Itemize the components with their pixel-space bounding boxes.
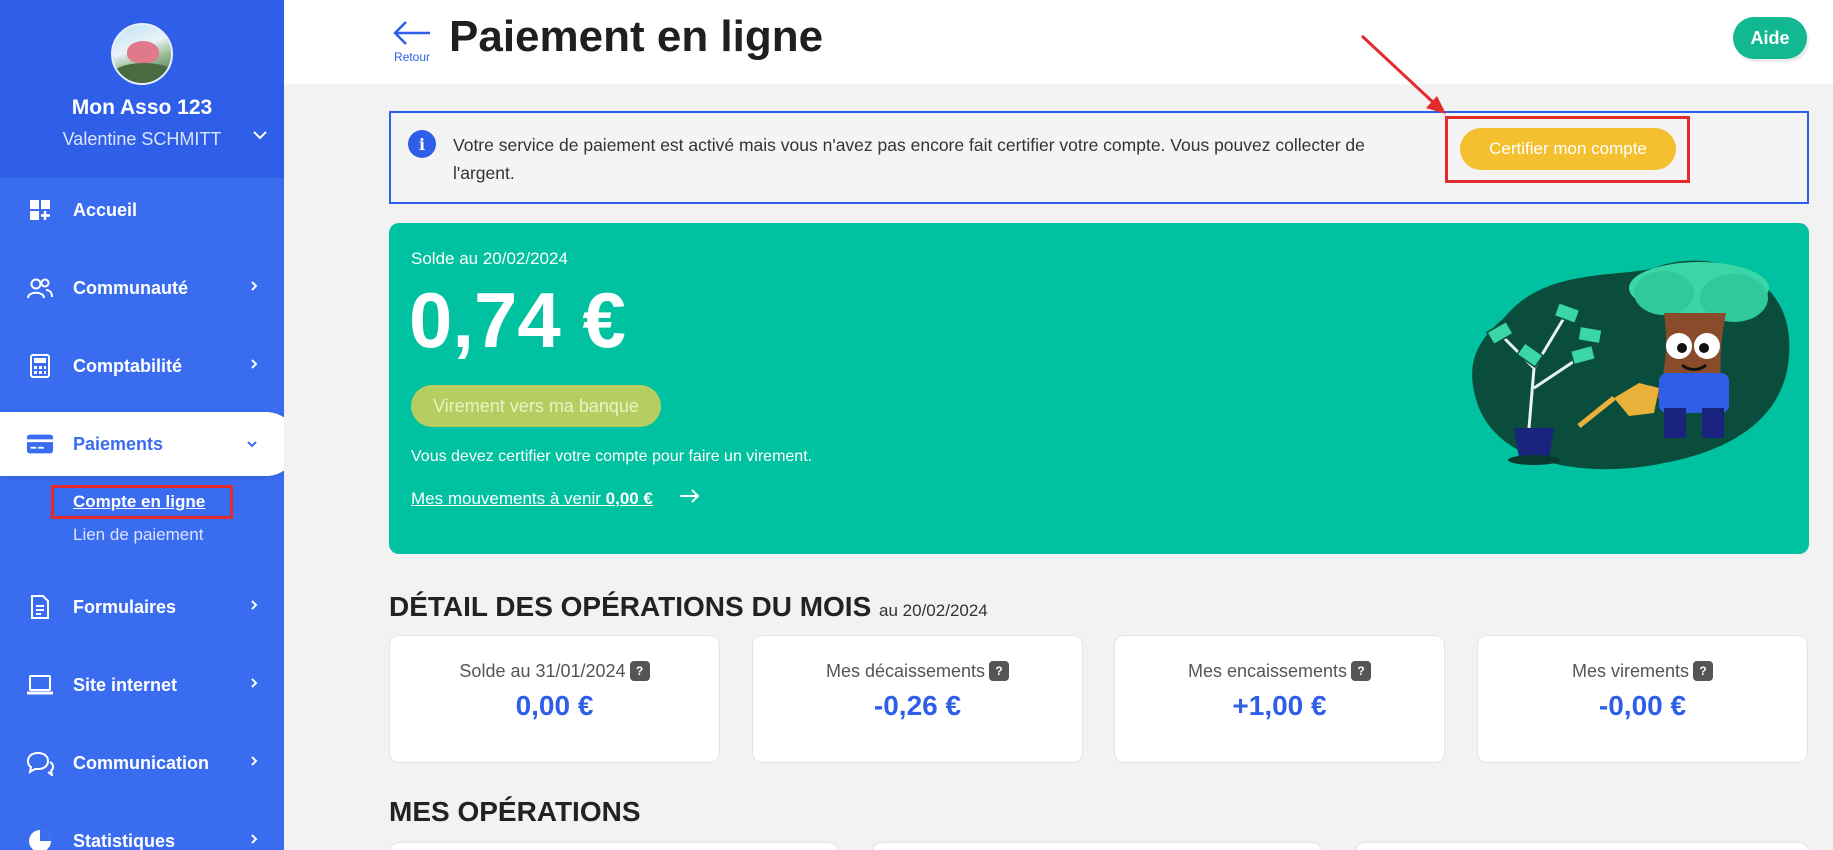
annotation-highlight-box — [1445, 116, 1690, 183]
sidebar-item-accueil[interactable]: Accueil — [0, 178, 284, 242]
sidebar-item-statistiques[interactable]: Statistiques — [0, 809, 284, 850]
operations-card — [872, 842, 1322, 850]
stat-value: +1,00 € — [1232, 690, 1327, 721]
stat-value: -0,26 € — [873, 690, 962, 721]
chevron-right-icon — [250, 357, 258, 375]
stat-label-text: Mes décaissements — [825, 661, 986, 681]
sidebar-item-formulaires[interactable]: Formulaires — [0, 575, 284, 639]
upcoming-movements-label: Mes mouvements à venir — [411, 489, 601, 508]
balance-card: Solde au 20/02/2024 0,74 € Virement vers… — [389, 223, 1809, 554]
chevron-right-icon — [250, 598, 258, 616]
help-button[interactable]: Aide — [1733, 17, 1807, 59]
back-button[interactable]: Retour — [390, 18, 434, 64]
sidebar: Mon Asso 123 Valentine SCHMITT Accueil C… — [0, 0, 284, 850]
stat-value: 0,00 € — [515, 690, 594, 721]
page-title: Paiement en ligne — [449, 12, 824, 61]
chevron-right-icon — [250, 754, 258, 772]
stat-card-opening-balance: Solde au 31/01/2024? 0,00 € — [389, 635, 720, 763]
help-icon[interactable]: ? — [1693, 661, 1714, 681]
arrow-left-icon — [392, 16, 432, 54]
chevron-down-icon — [246, 435, 258, 453]
sidebar-item-site-internet[interactable]: Site internet — [0, 653, 284, 717]
chevron-right-icon — [250, 832, 258, 850]
bank-transfer-button[interactable]: Virement vers ma banque — [411, 385, 661, 427]
back-label: Retour — [393, 50, 431, 64]
alert-message: Votre service de paiement est activé mai… — [453, 135, 1365, 183]
sidebar-item-communication[interactable]: Communication — [0, 731, 284, 795]
tree-mascot-illustration — [1472, 260, 1790, 470]
sidebar-item-label: Formulaires — [73, 596, 177, 617]
stat-card-transfers: Mes virements? -0,00 € — [1477, 635, 1808, 763]
calculator-icon — [26, 352, 54, 380]
stat-label-text: Mes virements — [1571, 661, 1690, 681]
chevron-down-icon[interactable] — [252, 127, 268, 145]
arrow-right-icon — [679, 484, 701, 510]
operations-card — [389, 842, 839, 850]
chat-icon — [26, 749, 54, 777]
sidebar-item-label: Accueil — [73, 199, 138, 220]
chevron-right-icon — [250, 676, 258, 694]
pie-chart-icon — [26, 827, 54, 850]
transfer-note: Vous devez certifier votre compte pour f… — [411, 448, 813, 465]
sidebar-item-label: Communauté — [73, 277, 189, 298]
help-icon[interactable]: ? — [989, 661, 1010, 681]
balance-date-label: Solde au 20/02/2024 — [411, 249, 568, 268]
sidebar-item-comptabilite[interactable]: Comptabilité — [0, 334, 284, 398]
sidebar-item-label: Comptabilité — [73, 355, 183, 376]
annotation-highlight-box — [51, 485, 233, 519]
org-name: Mon Asso 123 — [71, 96, 213, 119]
operations-card — [1355, 842, 1809, 850]
operations-title: MES OPÉRATIONS — [389, 796, 641, 827]
user-name: Valentine SCHMITT — [62, 129, 222, 149]
stat-card-disbursements: Mes décaissements? -0,26 € — [752, 635, 1083, 763]
sidebar-item-paiements[interactable]: Paiements — [0, 412, 284, 476]
sidebar-item-label: Paiements — [73, 433, 164, 454]
help-icon[interactable]: ? — [629, 661, 650, 681]
sidebar-subitem-lien-de-paiement[interactable]: Lien de paiement — [73, 525, 203, 545]
sidebar-item-label: Statistiques — [73, 830, 176, 850]
stat-label-text: Solde au 31/01/2024 — [459, 661, 626, 681]
stat-value: -0,00 € — [1598, 690, 1687, 721]
chevron-right-icon — [250, 279, 258, 297]
help-icon[interactable]: ? — [1351, 661, 1372, 681]
stat-label-text: Mes encaissements — [1187, 661, 1348, 681]
stat-label: Mes encaissements? — [1115, 661, 1444, 682]
sidebar-item-label: Site internet — [73, 674, 178, 695]
stat-card-receipts: Mes encaissements? +1,00 € — [1114, 635, 1445, 763]
monthly-detail-title: DÉTAIL DES OPÉRATIONS DU MOIS au 20/02/2… — [389, 591, 988, 623]
dashboard-icon — [26, 196, 54, 224]
account-switcher[interactable]: Mon Asso 123 Valentine SCHMITT — [0, 0, 284, 178]
sidebar-item-label: Communication — [73, 752, 210, 773]
monthly-detail-date: au 20/02/2024 — [879, 601, 988, 620]
monthly-detail-heading: DÉTAIL DES OPÉRATIONS DU MOIS — [389, 591, 872, 622]
stat-label: Solde au 31/01/2024? — [390, 661, 719, 682]
upcoming-movements-link[interactable]: Mes mouvements à venir 0,00 € — [411, 489, 653, 509]
info-icon: i — [408, 130, 436, 158]
credit-card-icon — [26, 430, 54, 458]
upcoming-movements-amount: 0,00 € — [605, 489, 653, 508]
stat-label: Mes virements? — [1478, 661, 1807, 682]
avatar — [111, 23, 173, 85]
page-header: Retour Paiement en ligne Aide — [284, 0, 1833, 84]
document-icon — [26, 593, 54, 621]
balance-amount: 0,74 € — [409, 276, 626, 364]
laptop-icon — [26, 671, 54, 699]
users-icon — [26, 274, 54, 302]
sidebar-item-communaute[interactable]: Communauté — [0, 256, 284, 320]
stat-label: Mes décaissements? — [753, 661, 1082, 682]
